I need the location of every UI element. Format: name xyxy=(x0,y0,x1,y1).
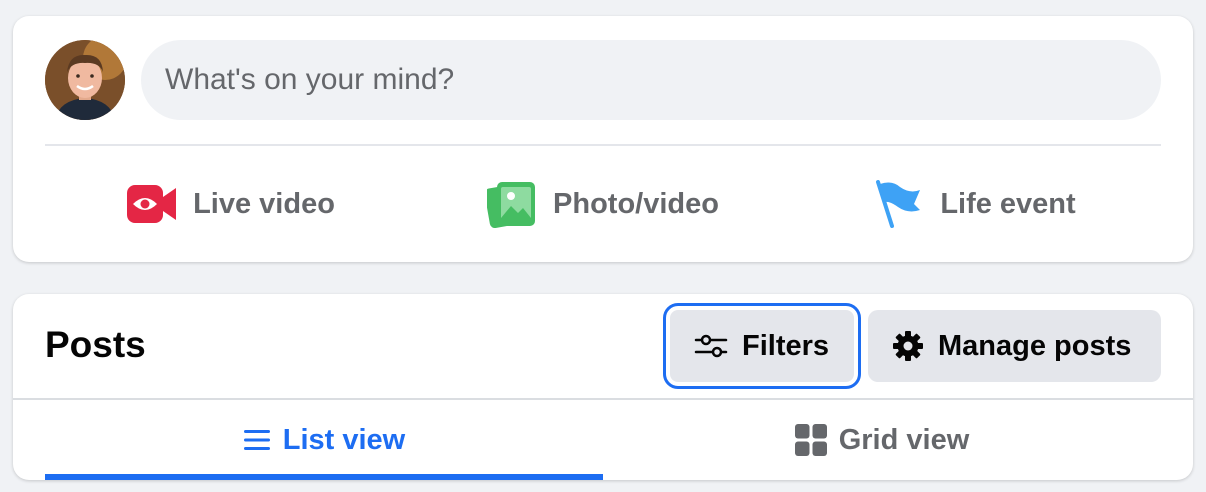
list-icon xyxy=(243,430,270,450)
live-video-icon xyxy=(127,185,177,223)
flag-icon xyxy=(876,180,921,228)
posts-section: Posts Filters Manage posts List view Gri… xyxy=(13,294,1193,480)
grid-view-label: Grid view xyxy=(838,423,970,456)
composer-divider xyxy=(45,144,1161,146)
filters-label: Filters xyxy=(742,329,830,362)
photo-icon xyxy=(487,182,536,228)
user-avatar[interactable] xyxy=(45,40,125,120)
photo-video-label: Photo/video xyxy=(553,187,719,220)
grid-icon xyxy=(794,424,827,456)
gear-icon xyxy=(893,331,923,361)
filter-sliders-icon xyxy=(694,334,728,358)
post-composer: Live video Photo/video Life event xyxy=(13,16,1193,262)
whats-on-your-mind-input[interactable] xyxy=(141,40,1161,120)
tab-grid-view[interactable]: Grid view xyxy=(603,400,1161,480)
composer-actions: Live video Photo/video Life event xyxy=(45,164,1161,244)
life-event-label: Life event xyxy=(940,187,1076,220)
life-event-button[interactable]: Life event xyxy=(789,164,1161,244)
list-view-label: List view xyxy=(282,423,406,456)
manage-posts-label: Manage posts xyxy=(938,329,1132,362)
posts-title: Posts xyxy=(45,324,146,365)
photo-video-button[interactable]: Photo/video xyxy=(417,164,789,244)
live-video-label: Live video xyxy=(193,187,335,220)
avatar-photo-icon xyxy=(45,40,125,120)
manage-posts-button[interactable]: Manage posts xyxy=(868,310,1161,382)
view-tabs: List view Grid view xyxy=(45,400,1161,480)
live-video-button[interactable]: Live video xyxy=(45,164,417,244)
filters-button[interactable]: Filters xyxy=(663,303,861,389)
tab-list-view[interactable]: List view xyxy=(45,400,603,480)
